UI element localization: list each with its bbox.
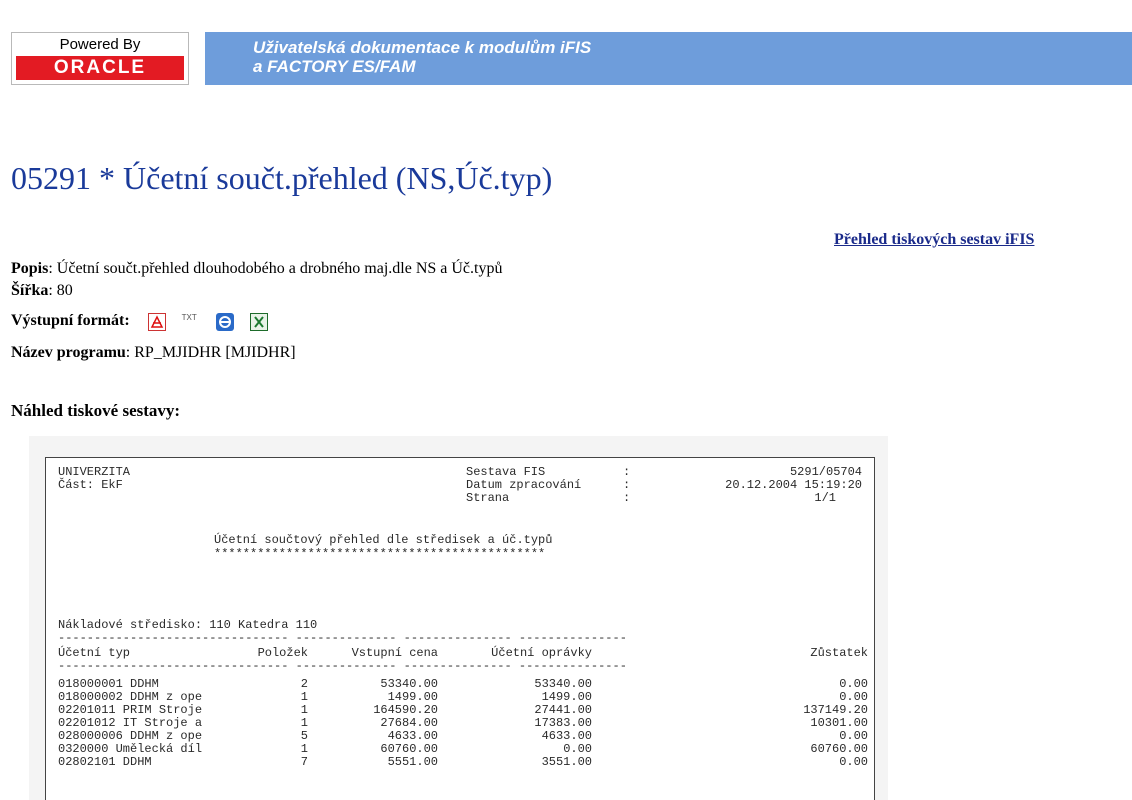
html-icon[interactable]: [215, 312, 234, 331]
table-row: 018000001 DDHM 2 53340.00 53340.00 0.00: [58, 677, 868, 691]
cell-vstupni-cena: 27684.00: [380, 716, 438, 730]
cell-zustatek: 0.00: [839, 729, 868, 743]
excel-icon[interactable]: [249, 312, 268, 331]
preview-heading: Náhled tiskové sestavy:: [11, 401, 181, 420]
cell-polozek: 1: [300, 690, 308, 704]
width-line: Šířka: 80: [11, 282, 73, 299]
cell-polozek: 1: [300, 703, 308, 717]
report-part: Část: EkF: [58, 478, 123, 492]
program-value: RP_MJIDHR [MJIDHR]: [134, 344, 296, 361]
report-title-underline: ****************************************…: [214, 547, 546, 561]
format-label: Výstupní formát:: [11, 312, 130, 329]
cell-vstupni-cena: 1499.00: [387, 690, 438, 704]
cell-zustatek: 137149.20: [803, 703, 868, 717]
cell-zustatek: 0.00: [839, 677, 868, 691]
cell-opravky: 53340.00: [534, 677, 592, 691]
sirka-value: 80: [56, 282, 73, 299]
cell-opravky: 1499.00: [541, 690, 592, 704]
cell-typ: 02802101 DDHM: [58, 755, 152, 769]
cell-polozek: 5: [300, 729, 308, 743]
report-strana-value: 1/1: [814, 491, 836, 505]
table-row: 018000002 DDHM z ope 1 1499.00 1499.00 0…: [58, 690, 868, 704]
cell-typ: 018000002 DDHM z ope: [58, 690, 203, 704]
column-header: Účetní typ: [58, 646, 131, 660]
report-datum-value: 20.12.2004 15:19:20: [725, 478, 862, 492]
cell-typ: 02201012 IT Stroje a: [58, 716, 203, 730]
cell-zustatek: 10301.00: [810, 716, 868, 730]
sirka-label: Šířka: [11, 282, 49, 299]
table-header: Účetní typ Položek Vstupní cena Účetní o…: [58, 646, 868, 660]
cell-polozek: 1: [300, 716, 308, 730]
cell-polozek: 2: [300, 677, 308, 691]
column-header: Vstupní cena: [351, 646, 438, 660]
report-title: Účetní součtový přehled dle středisek a …: [214, 533, 553, 547]
cell-typ: 018000001 DDHM: [58, 677, 159, 691]
cell-vstupni-cena: 4633.00: [387, 729, 438, 743]
pdf-icon[interactable]: [147, 312, 166, 331]
column-header: Položek: [257, 646, 308, 660]
report-preview: UNIVERZITA Část: EkF Sestava FIS : 5291/…: [29, 436, 888, 800]
header-title: Uživatelská dokumentace k modulům iFIS a…: [253, 38, 592, 76]
cell-opravky: 17383.00: [534, 716, 592, 730]
format-icons: TXT: [147, 311, 280, 331]
oracle-logo: ORACLE: [16, 56, 184, 80]
cell-vstupni-cena: 53340.00: [380, 677, 438, 691]
cell-typ: 028000006 DDHM z ope: [58, 729, 203, 743]
txt-icon[interactable]: TXT: [182, 313, 200, 331]
cell-zustatek: 0.00: [839, 690, 868, 704]
column-header: Účetní oprávky: [491, 646, 592, 660]
report-page: UNIVERZITA Část: EkF Sestava FIS : 5291/…: [45, 457, 875, 800]
cell-opravky: 4633.00: [541, 729, 592, 743]
cell-polozek: 7: [300, 755, 308, 769]
table-row: 028000006 DDHM z ope 5 4633.00 4633.00 0…: [58, 729, 868, 743]
cell-zustatek: 60760.00: [810, 742, 868, 756]
cell-zustatek: 0.00: [839, 755, 868, 769]
cell-typ: 02201011 PRIM Stroje: [58, 703, 203, 717]
cell-vstupni-cena: 60760.00: [380, 742, 438, 756]
dash-line: -------------------------------- -------…: [58, 659, 627, 673]
cell-typ: 0320000 Umělecká díl: [58, 742, 203, 756]
powered-by-label: Powered By: [59, 36, 141, 53]
column-header: Zůstatek: [810, 646, 868, 660]
oracle-badge: Powered By ORACLE: [11, 32, 189, 85]
table-row: 02201012 IT Stroje a 1 27684.00 17383.00…: [58, 716, 868, 730]
cell-opravky: 0.00: [563, 742, 592, 756]
format-line: Výstupní formát: TXT: [11, 311, 280, 331]
popis-label: Popis: [11, 260, 49, 277]
cell-vstupni-cena: 164590.20: [373, 703, 438, 717]
program-label: Název programu: [11, 344, 126, 361]
header-bar: Uživatelská dokumentace k modulům iFIS a…: [205, 32, 1132, 85]
report-strana-label: Strana: [466, 491, 510, 505]
page-title: 05291 * Účetní součt.přehled (NS,Úč.typ): [11, 160, 553, 196]
cell-vstupni-cena: 5551.00: [387, 755, 438, 769]
table-row: 0320000 Umělecká díl 1 60760.00 0.00 607…: [58, 742, 868, 756]
report-colon: :: [623, 491, 631, 505]
cell-opravky: 27441.00: [534, 703, 592, 717]
popis-value: Účetní součt.přehled dlouhodobého a drob…: [56, 260, 503, 277]
dash-line: -------------------------------- -------…: [58, 631, 627, 645]
report-overview-link[interactable]: Přehled tiskových sestav iFIS: [834, 231, 1034, 249]
cell-polozek: 1: [300, 742, 308, 756]
table-row: 02802101 DDHM 7 5551.00 3551.00 0.00: [58, 755, 868, 769]
table-row: 02201011 PRIM Stroje 1 164590.20 27441.0…: [58, 703, 868, 717]
cell-opravky: 3551.00: [541, 755, 592, 769]
description-line: Popis: Účetní součt.přehled dlouhodobého…: [11, 260, 503, 277]
program-line: Název programu: RP_MJIDHR [MJIDHR]: [11, 344, 296, 361]
